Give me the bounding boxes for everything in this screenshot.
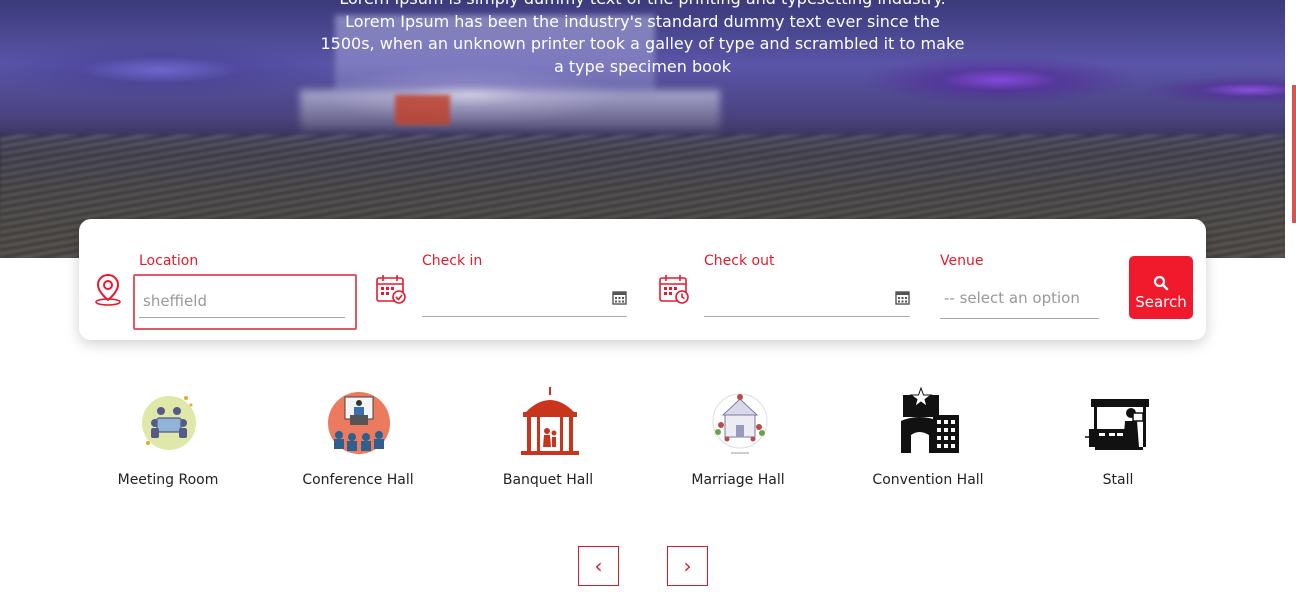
category-label: Marriage Hall — [691, 472, 785, 488]
search-button[interactable]: Search — [1129, 256, 1193, 319]
category-marriage-hall[interactable]: Marriage Hall — [643, 385, 833, 495]
category-label: Stall — [1102, 472, 1134, 488]
calendar-clock-icon — [659, 275, 689, 304]
category-stall[interactable]: Stall — [1023, 385, 1213, 495]
location-input[interactable] — [139, 285, 345, 318]
category-label: Meeting Room — [117, 472, 219, 488]
hero-description: Lorem Ipsum is simply dummy text of the … — [320, 0, 965, 76]
marriage-hall-icon — [712, 393, 768, 454]
checkin-calendar-icon[interactable] — [612, 290, 627, 305]
venue-categories: Meeting Room Conference Hall Banquet Hal… — [72, 385, 1212, 495]
category-meeting-room[interactable]: Meeting Room — [73, 385, 263, 495]
venue-select-value: -- select an option — [944, 289, 1080, 307]
hero-stage-decor — [395, 95, 450, 125]
location-pin-icon — [95, 273, 121, 306]
category-label: Banquet Hall — [502, 472, 594, 488]
venue-select[interactable]: -- select an option — [940, 287, 1099, 319]
checkout-input[interactable] — [704, 285, 910, 317]
checkin-label: Check in — [422, 253, 483, 269]
category-convention-hall[interactable]: Convention Hall — [833, 385, 1023, 495]
convention-hall-icon — [901, 386, 959, 453]
category-banquet-hall[interactable]: Banquet Hall — [453, 385, 643, 495]
venue-label: Venue — [940, 253, 984, 269]
hero-stage-graphic — [300, 90, 720, 130]
checkout-label: Check out — [704, 253, 775, 269]
category-conference-hall[interactable]: Conference Hall — [263, 385, 453, 495]
previous-button[interactable]: ‹ — [578, 546, 619, 586]
checkout-calendar-icon[interactable] — [895, 290, 910, 305]
stall-icon — [1085, 399, 1149, 450]
checkin-input[interactable] — [422, 285, 627, 317]
search-panel: Location Check in Check out Venue -- se — [79, 219, 1206, 340]
location-label: Location — [139, 253, 199, 269]
search-icon — [1153, 275, 1169, 291]
calendar-check-icon — [376, 275, 406, 304]
meeting-room-icon — [142, 396, 196, 450]
conference-hall-icon — [328, 392, 390, 454]
next-button[interactable]: › — [667, 546, 708, 586]
category-label: Conference Hall — [302, 472, 414, 488]
search-button-label: Search — [1135, 293, 1187, 311]
scrollbar-thumb[interactable] — [1292, 85, 1296, 223]
banquet-hall-icon — [521, 387, 579, 455]
category-label: Convention Hall — [872, 472, 984, 488]
